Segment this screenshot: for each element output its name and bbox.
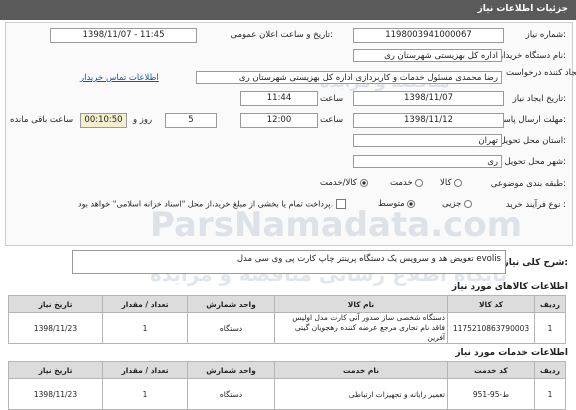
col-header: تعداد / مقدار — [102, 295, 188, 313]
deadline-time-field: 12:00 — [240, 113, 318, 128]
services-table: ردیف کد خدمت نام خدمت واحد شمارش تعداد /… — [8, 361, 566, 410]
city-label: شهر محل تحویل: — [504, 157, 566, 167]
page-title: جزئیات اطلاعات نیاز — [477, 4, 568, 14]
col-header: ردیف — [534, 295, 566, 313]
created-time-field: 11:44 — [240, 91, 318, 106]
col-header: ردیف — [534, 361, 566, 379]
table-header-row: ردیف کد خدمت نام خدمت واحد شمارش تعداد /… — [8, 361, 566, 379]
process-option-minor[interactable]: جزیی — [442, 199, 473, 209]
remaining-label: ساعت باقی مانده — [10, 115, 74, 125]
col-header: نام کالا — [274, 295, 448, 313]
city-field: ری — [353, 155, 502, 168]
table-cell: 1 — [102, 312, 188, 344]
deadline-time-label: ساعت — [320, 115, 344, 125]
process-label: نوع فرآیند خرید : — [505, 200, 566, 210]
description-label: شرح کلی نیاز: — [503, 258, 568, 268]
category-option-goods[interactable]: کالا — [440, 178, 463, 188]
province-label: استان محل تحویل: — [499, 136, 566, 146]
creator-label: ایجاد کننده درخواست: — [506, 68, 576, 78]
radio-selected-icon — [359, 178, 368, 187]
services-section-title: اطلاعات خدمات مورد نیاز — [455, 348, 568, 358]
deadline-label: مهلت ارسال پاسخ: — [498, 115, 566, 125]
province-field: تهران — [353, 134, 502, 147]
announce-field: 1398/11/07 - 11:45 — [50, 28, 197, 43]
created-time-label: ساعت — [320, 94, 344, 104]
description-field: تعویض هد و سرویس یک دستگاه پرینتر چاپ کا… — [72, 250, 506, 274]
category-option-service[interactable]: خدمت — [390, 178, 424, 188]
checkbox-icon — [335, 199, 346, 209]
remaining-time-field: 00:10:50 — [80, 113, 127, 128]
table-cell: 1175210863790003 — [447, 312, 535, 344]
goods-section-title: اطلاعات کالاهای مورد نیاز — [451, 282, 568, 292]
col-header: واحد شمارش — [187, 361, 275, 379]
process-option-medium[interactable]: متوسط — [378, 199, 416, 209]
table-cell: 1 — [102, 378, 188, 410]
radio-selected-icon — [407, 199, 416, 208]
days-label: روز و — [133, 115, 153, 125]
category-label: طبقه بندی موضوعی: — [490, 179, 566, 189]
table-cell: دستگاه — [187, 378, 275, 410]
goods-table: ردیف کد کالا نام کالا واحد شمارش تعداد /… — [8, 295, 566, 344]
table-cell: ط-95-951 — [447, 378, 535, 410]
table-cell: تعمیر رایانه و تجهیزات ارتباطی — [274, 378, 448, 410]
need-number-label: شماره نیاز: — [525, 30, 566, 40]
table-row: 1 ط-95-951 تعمیر رایانه و تجهیزات ارتباط… — [8, 378, 566, 410]
col-header: نام خدمت — [274, 361, 448, 379]
col-header: تاریخ نیاز — [8, 361, 103, 379]
table-cell: دستگاه — [187, 312, 275, 344]
table-cell: 1 — [534, 378, 566, 410]
radio-icon — [464, 199, 473, 208]
buyer-contact-link[interactable]: اطلاعات تماس خریدار — [80, 73, 159, 83]
creator-field: رضا محمدی مسئول خدمات و کاربردازی اداره … — [196, 71, 502, 84]
buyer-label: نام دستگاه خریدار: — [499, 51, 566, 61]
col-header: تعداد / مقدار — [102, 361, 188, 379]
table-cell: دستگاه شخصی ساز صدور آنی کارت مدل اوليس … — [274, 312, 448, 344]
category-option-both[interactable]: کالا/خدمت — [320, 178, 368, 188]
table-cell: 1 — [534, 312, 566, 344]
page-header: جزئیات اطلاعات نیاز — [0, 0, 576, 20]
col-header: کد کالا — [447, 295, 535, 313]
days-field: 5 — [165, 113, 217, 128]
radio-icon — [454, 178, 463, 187]
deadline-date-field: 1398/11/12 — [353, 113, 504, 128]
created-date-field: 1398/11/07 — [353, 91, 504, 106]
need-number-field: 1198003941000067 — [353, 28, 504, 43]
table-header-row: ردیف کد کالا نام کالا واحد شمارش تعداد /… — [8, 295, 566, 313]
created-date-label: تاریخ ایجاد نیاز: — [512, 94, 566, 104]
col-header: واحد شمارش — [187, 295, 275, 313]
table-cell: 1398/11/23 — [8, 378, 103, 410]
col-header: کد خدمت — [447, 361, 535, 379]
buyer-field: اداره کل بهزیستی شهرستان ری — [353, 49, 502, 62]
table-cell: 1398/11/23 — [8, 312, 103, 344]
radio-icon — [415, 178, 424, 187]
announce-label: تاریخ و ساعت اعلان عمومی: — [230, 30, 333, 40]
table-row: 1 1175210863790003 دستگاه شخصی ساز صدور … — [8, 312, 566, 344]
payment-treasury-checkbox[interactable]: پرداخت تمام یا بخشی از مبلغ خرید،از محل … — [78, 199, 346, 209]
col-header: تاریخ نیاز — [8, 295, 103, 313]
